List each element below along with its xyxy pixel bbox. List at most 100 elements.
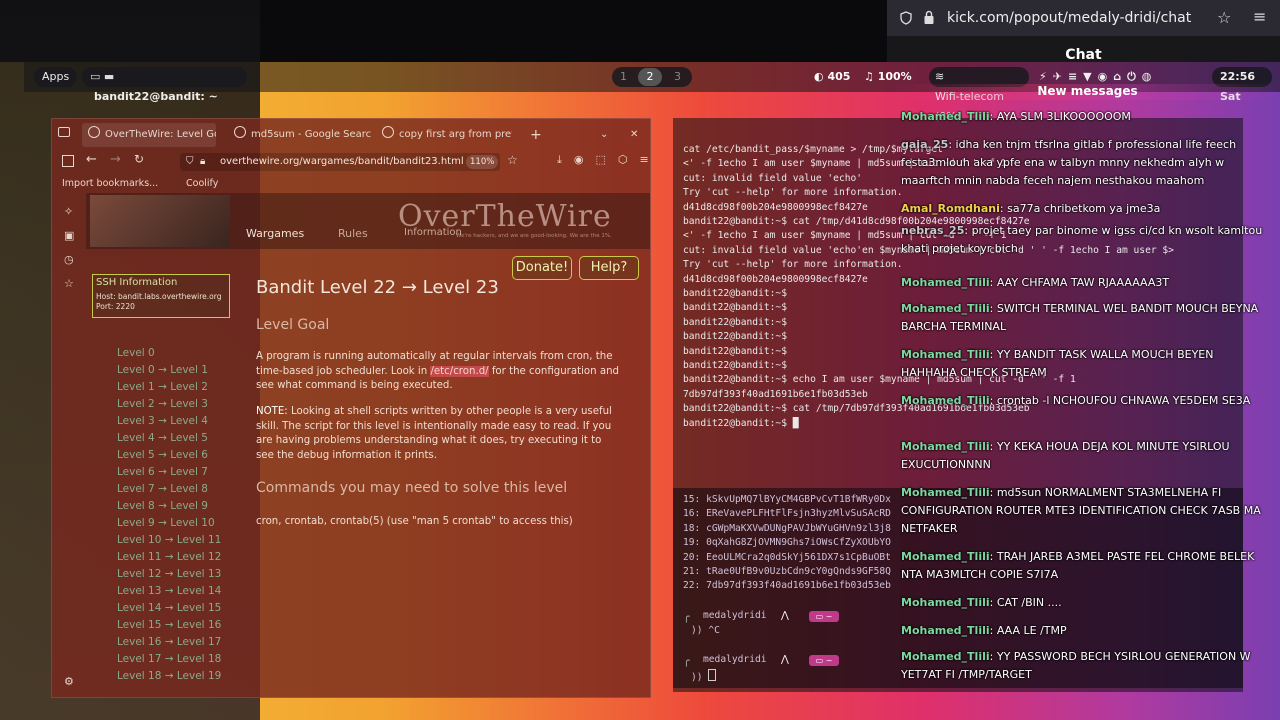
level-nav-item[interactable]: Level 13 → Level 14 bbox=[117, 585, 221, 597]
nav-wargames[interactable]: Wargames bbox=[246, 227, 304, 240]
bookmark-star-icon[interactable]: ☆ bbox=[507, 153, 518, 167]
tab-google-md5sum[interactable]: md5sum - Google Search bbox=[234, 123, 372, 147]
otw-tagline: We're hackers, and we are good-looking. … bbox=[456, 233, 612, 239]
chat-username[interactable]: Mohamed_Tlili bbox=[901, 650, 990, 663]
chat-username[interactable]: nebras_25 bbox=[901, 224, 964, 237]
chat-username[interactable]: Mohamed_Tlili bbox=[901, 302, 990, 315]
level-nav-item[interactable]: Level 0 → Level 1 bbox=[117, 364, 208, 376]
sidebar-history-icon[interactable]: ◷ bbox=[64, 253, 74, 266]
chat-username[interactable]: Mohamed_Tlili bbox=[901, 550, 990, 563]
url-text[interactable]: overthewire.org/wargames/bandit/bandit23… bbox=[220, 153, 464, 171]
chat-message: Mohamed_Tlili: CAT /BIN .... bbox=[901, 594, 1271, 612]
level-nav-item[interactable]: Level 12 → Level 13 bbox=[117, 568, 221, 580]
shield-icon[interactable]: ⛉ bbox=[186, 153, 194, 171]
level-nav-item[interactable]: Level 17 → Level 18 bbox=[117, 653, 221, 665]
chat-separator: : bbox=[989, 596, 997, 609]
workspace-2[interactable]: 2 bbox=[638, 68, 662, 86]
level-nav-item[interactable]: Level 11 → Level 12 bbox=[117, 551, 221, 563]
workspace-1[interactable]: 1 bbox=[620, 67, 627, 87]
star-icon[interactable]: ☆ bbox=[1217, 8, 1231, 27]
chat-username[interactable]: Amal_Romdhani bbox=[901, 202, 1000, 215]
nav-rules[interactable]: Rules bbox=[338, 227, 368, 240]
prompt-chevron: )) bbox=[691, 625, 709, 636]
donate-button[interactable]: Donate! bbox=[512, 256, 572, 280]
list-tabs-icon[interactable]: ⌄ bbox=[600, 123, 608, 147]
chat-username[interactable]: Mohamed_Tlili bbox=[901, 486, 990, 499]
level-nav-item[interactable]: Level 4 → Level 5 bbox=[117, 432, 208, 444]
chat-username[interactable]: Mohamed_Tlili bbox=[901, 624, 990, 637]
sidebar-sync-icon[interactable]: ▣ bbox=[64, 229, 74, 242]
otw-logo[interactable]: OverTheWire bbox=[398, 199, 612, 234]
google-icon bbox=[382, 126, 394, 138]
chat-separator: : bbox=[989, 394, 997, 407]
level-nav-item[interactable]: Level 10 → Level 11 bbox=[117, 534, 221, 546]
tab-copy-arg[interactable]: copy first arg from previous bbox=[382, 123, 512, 147]
prompt-1: ╭ medalydridi ⋀ ▭ ~ bbox=[683, 610, 883, 624]
chat-username[interactable]: Mohamed_Tlili bbox=[901, 276, 990, 289]
otw-header-image bbox=[90, 195, 230, 247]
level-nav-item[interactable]: Level 6 → Level 7 bbox=[117, 466, 208, 478]
level-nav-item[interactable]: Level 18 → Level 19 bbox=[117, 670, 221, 682]
level-nav-item[interactable]: Level 2 → Level 3 bbox=[117, 398, 208, 410]
chat-separator: : bbox=[989, 624, 997, 637]
browser-url[interactable]: kick.com/popout/medaly-dridi/chat bbox=[947, 0, 1191, 36]
prompt-bracket-icon: ╭ bbox=[683, 654, 690, 667]
close-window-icon[interactable]: ✕ bbox=[630, 123, 638, 147]
reload-icon[interactable]: ↻ bbox=[134, 152, 144, 166]
sidebar-icon[interactable] bbox=[62, 155, 74, 167]
shield-icon[interactable] bbox=[899, 11, 913, 25]
forward-icon[interactable]: → bbox=[110, 152, 121, 167]
tab-overview-icon[interactable] bbox=[58, 127, 70, 137]
chat-username[interactable]: gaia_25 bbox=[901, 138, 948, 151]
level-nav-item[interactable]: Level 1 → Level 2 bbox=[117, 381, 208, 393]
menu-icon[interactable]: ≡ bbox=[1253, 7, 1266, 26]
url-field[interactable]: ⛉ 🔒︎ overthewire.org/wargames/bandit/ban… bbox=[180, 153, 500, 171]
window-title-pill[interactable]: ▭ ▬ bandit22@bandit: ~ bbox=[82, 67, 247, 103]
window-icons: ▭ ▬ bbox=[90, 70, 115, 83]
sidebar-settings-icon[interactable]: ⚙ bbox=[64, 675, 74, 688]
chat-overlay: New messages Mohamed_Tlili: AYA SLM 3LIK… bbox=[895, 84, 1280, 720]
level-nav-item[interactable]: Level 7 → Level 8 bbox=[117, 483, 208, 495]
chat-username[interactable]: Mohamed_Tlili bbox=[901, 110, 990, 123]
chat-heading: Chat bbox=[887, 36, 1280, 63]
goal-text: A program is running automatically at re… bbox=[256, 350, 621, 394]
level-nav-item[interactable]: Level 0 bbox=[117, 347, 155, 359]
tab-overthewire[interactable]: OverTheWire: Level Goal bbox=[82, 123, 216, 147]
back-icon[interactable]: ← bbox=[86, 152, 97, 167]
volume-value: 100% bbox=[877, 70, 912, 83]
level-nav-item[interactable]: Level 9 → Level 10 bbox=[117, 517, 215, 529]
sidebar-ai-icon[interactable]: ✧ bbox=[64, 205, 73, 218]
level-nav-item[interactable]: Level 14 → Level 15 bbox=[117, 602, 221, 614]
chat-username[interactable]: Mohamed_Tlili bbox=[901, 440, 990, 453]
level-nav-item[interactable]: Level 15 → Level 16 bbox=[117, 619, 221, 631]
chat-separator: : bbox=[989, 348, 997, 361]
level-nav-item[interactable]: Level 3 → Level 4 bbox=[117, 415, 208, 427]
help-button[interactable]: Help? bbox=[579, 256, 639, 280]
chat-message: Mohamed_Tlili: TRAH JAREB A3MEL PASTE FE… bbox=[901, 548, 1271, 584]
new-messages-banner[interactable]: New messages bbox=[895, 84, 1280, 100]
bookmark-import[interactable]: Import bookmarks... bbox=[62, 175, 158, 193]
workspace-3[interactable]: 3 bbox=[674, 67, 681, 87]
chat-username[interactable]: Mohamed_Tlili bbox=[901, 596, 990, 609]
zoom-badge[interactable]: 110% bbox=[466, 155, 499, 169]
prompt-dir: ~ bbox=[825, 656, 833, 665]
prompt-2-input[interactable]: )) bbox=[691, 669, 717, 683]
sidebar-bookmarks-icon[interactable]: ☆ bbox=[64, 277, 74, 290]
toolbar-icons[interactable]: ⤓◉⬚⬡≡ bbox=[557, 153, 650, 167]
chat-separator: : bbox=[989, 486, 997, 499]
new-tab-button[interactable]: + bbox=[530, 123, 542, 147]
firefox-sidebar: ✧ ▣ ◷ ☆ ⚙ bbox=[52, 193, 86, 697]
terminal-line: bandit22@bandit:~$ █ bbox=[683, 417, 799, 429]
password-line: 15: kSkvUpMQ7lBYyCM4GBPvCvT1BfWRy0Dx bbox=[683, 494, 891, 505]
lock-icon[interactable] bbox=[923, 10, 935, 25]
chat-username[interactable]: Mohamed_Tlili bbox=[901, 348, 990, 361]
level-nav-item[interactable]: Level 5 → Level 6 bbox=[117, 449, 208, 461]
apps-button[interactable]: Apps bbox=[34, 67, 78, 87]
chat-username[interactable]: Mohamed_Tlili bbox=[901, 394, 990, 407]
level-nav-item[interactable]: Level 16 → Level 17 bbox=[117, 636, 221, 648]
commands-text: cron, crontab, crontab(5) (use "man 5 cr… bbox=[256, 516, 573, 527]
chat-text: crontab -l NCHOUFOU CHNAWA YE5DEM SE3A bbox=[996, 394, 1251, 407]
lock-icon[interactable]: 🔒︎ bbox=[200, 153, 205, 171]
level-nav-item[interactable]: Level 8 → Level 9 bbox=[117, 500, 208, 512]
bookmark-coolify[interactable]: Coolify bbox=[186, 175, 218, 193]
